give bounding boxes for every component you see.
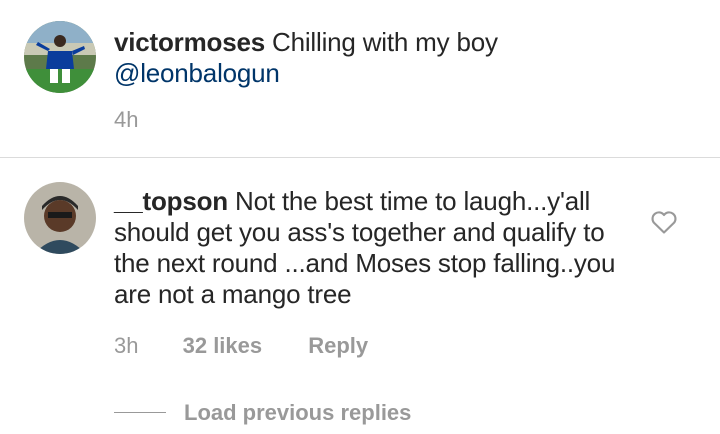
section-divider	[0, 157, 720, 158]
caption-text: Chilling with my boy	[272, 27, 498, 57]
comment-author-avatar[interactable]	[24, 182, 96, 254]
comment-body: __topson Not the best time to laugh...y'…	[114, 186, 634, 310]
avatar-image	[24, 21, 96, 93]
heart-outline-icon[interactable]	[650, 209, 678, 235]
comment-timestamp: 3h	[114, 333, 139, 358]
comment-meta: 3h 32 likes Reply	[114, 333, 368, 359]
caption-mention-link[interactable]: @leonbalogun	[114, 58, 280, 88]
post-timestamp: 4h	[114, 107, 139, 132]
load-previous-replies-button[interactable]: Load previous replies	[184, 400, 411, 426]
comment-username[interactable]: __topson	[114, 186, 228, 216]
avatar-image	[24, 182, 96, 254]
post-username[interactable]: victormoses	[114, 27, 265, 57]
reply-button[interactable]: Reply	[308, 333, 368, 359]
comment-likes-link[interactable]: 32 likes	[183, 333, 263, 359]
replies-line	[114, 412, 166, 413]
post-author-avatar[interactable]	[24, 21, 96, 93]
post-caption: victormoses Chilling with my boy @leonba…	[114, 27, 674, 89]
